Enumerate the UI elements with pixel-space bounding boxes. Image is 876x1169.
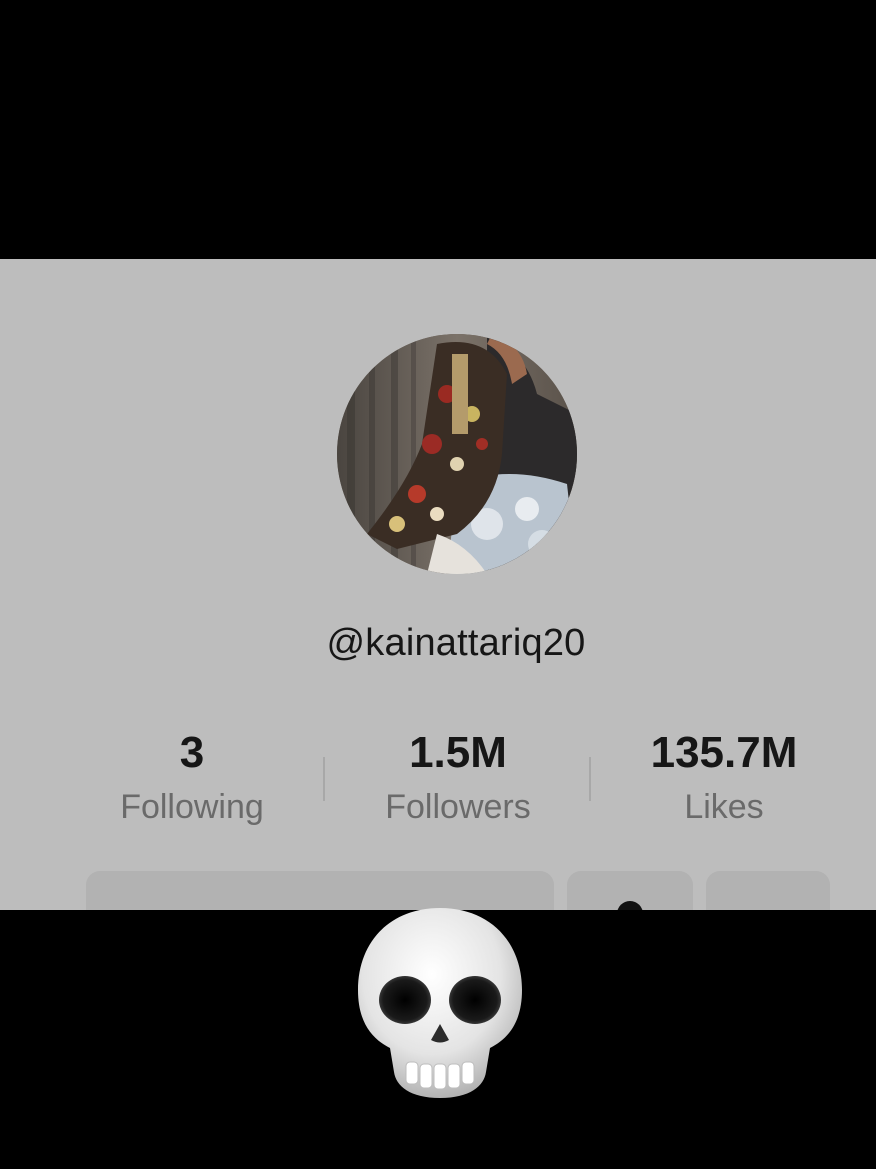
profile-screenshot: @kainattariq20 3 Following 1.5M Follower…	[0, 259, 876, 910]
likes-label: Likes	[684, 788, 764, 826]
likes-count: 135.7M	[650, 728, 798, 777]
stat-divider	[589, 757, 591, 801]
message-button[interactable]	[567, 871, 693, 910]
letterbox-top	[0, 0, 876, 259]
button-icon	[617, 901, 643, 910]
skull-icon	[358, 908, 522, 1098]
profile-avatar[interactable]	[337, 334, 577, 574]
following-count: 3	[179, 728, 205, 777]
stat-likes: 135.7M Likes	[604, 727, 844, 827]
video-frame: @kainattariq20 3 Following 1.5M Follower…	[0, 0, 876, 1169]
stat-following[interactable]: 3 Following	[72, 727, 312, 827]
following-label: Following	[120, 788, 264, 826]
stat-divider	[323, 757, 325, 801]
stat-followers[interactable]: 1.5M Followers	[338, 727, 578, 827]
followers-count: 1.5M	[409, 728, 507, 777]
profile-username: @kainattariq20	[326, 622, 586, 664]
letterbox-bottom	[0, 908, 876, 1169]
avatar-photo	[337, 334, 577, 574]
more-button[interactable]	[706, 871, 830, 910]
followers-label: Followers	[385, 788, 531, 826]
